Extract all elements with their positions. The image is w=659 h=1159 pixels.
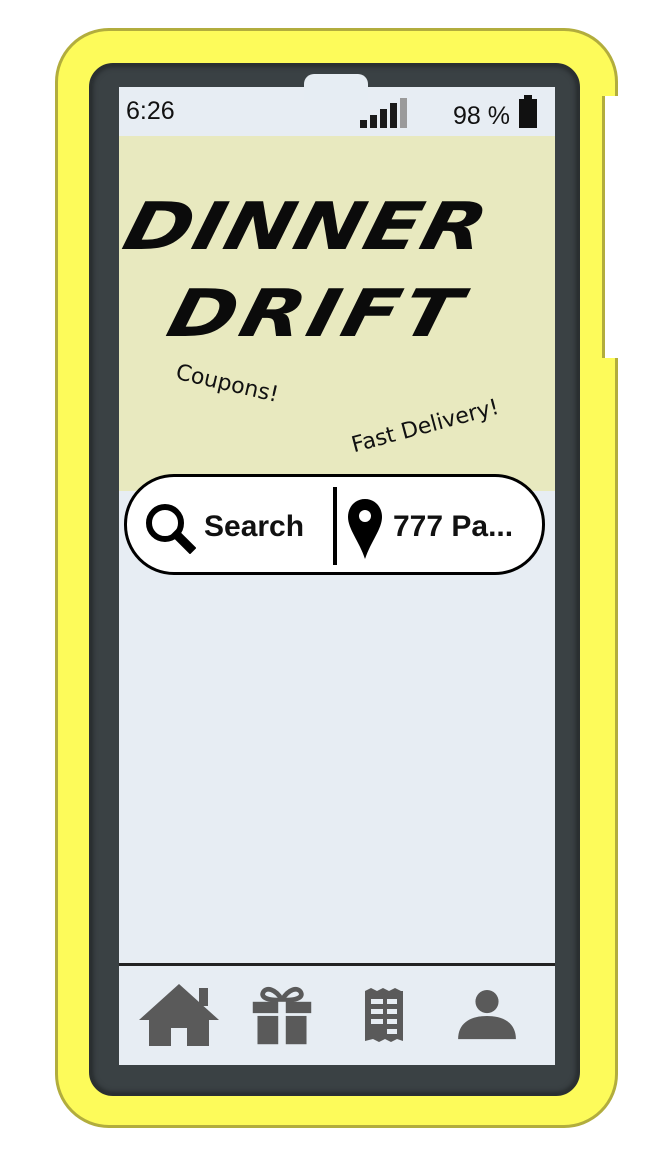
search-bar-divider: [333, 487, 337, 565]
search-button[interactable]: Search: [204, 510, 304, 544]
signal-icon: [360, 98, 416, 128]
search-location-bar: Search 777 Pa...: [124, 474, 545, 575]
gift-icon: [252, 986, 312, 1046]
hero-banner: DINNER DRIFT Coupons! Fast Delivery!: [119, 136, 555, 491]
app-logo-line-2: DRIFT: [160, 276, 473, 352]
app-logo-line-1: DINNER: [119, 189, 496, 265]
nav-rewards-button[interactable]: [247, 974, 317, 1056]
delivery-address[interactable]: 777 Pa...: [393, 510, 513, 544]
phone-speaker-notch: [304, 74, 368, 100]
search-icon[interactable]: [144, 502, 196, 554]
nav-orders-button[interactable]: [359, 974, 409, 1056]
nav-profile-button[interactable]: [452, 974, 522, 1056]
status-time: 6:26: [126, 97, 175, 125]
home-icon: [139, 984, 219, 1046]
battery-percentage: 98 %: [453, 102, 510, 130]
orders-icon: [365, 988, 403, 1042]
profile-icon: [458, 989, 516, 1040]
tagline-coupons: Coupons!: [173, 360, 281, 408]
battery-icon: [519, 95, 537, 128]
location-pin-icon[interactable]: [348, 499, 382, 559]
tagline-fast-delivery: Fast Delivery!: [349, 394, 502, 459]
nav-home-button[interactable]: [137, 974, 221, 1056]
phone-screen: 6:26 98 % DINNER DRIFT Coupons! Fast Del…: [119, 87, 555, 1065]
bottom-nav: [119, 966, 555, 1065]
phone-case-cutout: [602, 96, 642, 358]
